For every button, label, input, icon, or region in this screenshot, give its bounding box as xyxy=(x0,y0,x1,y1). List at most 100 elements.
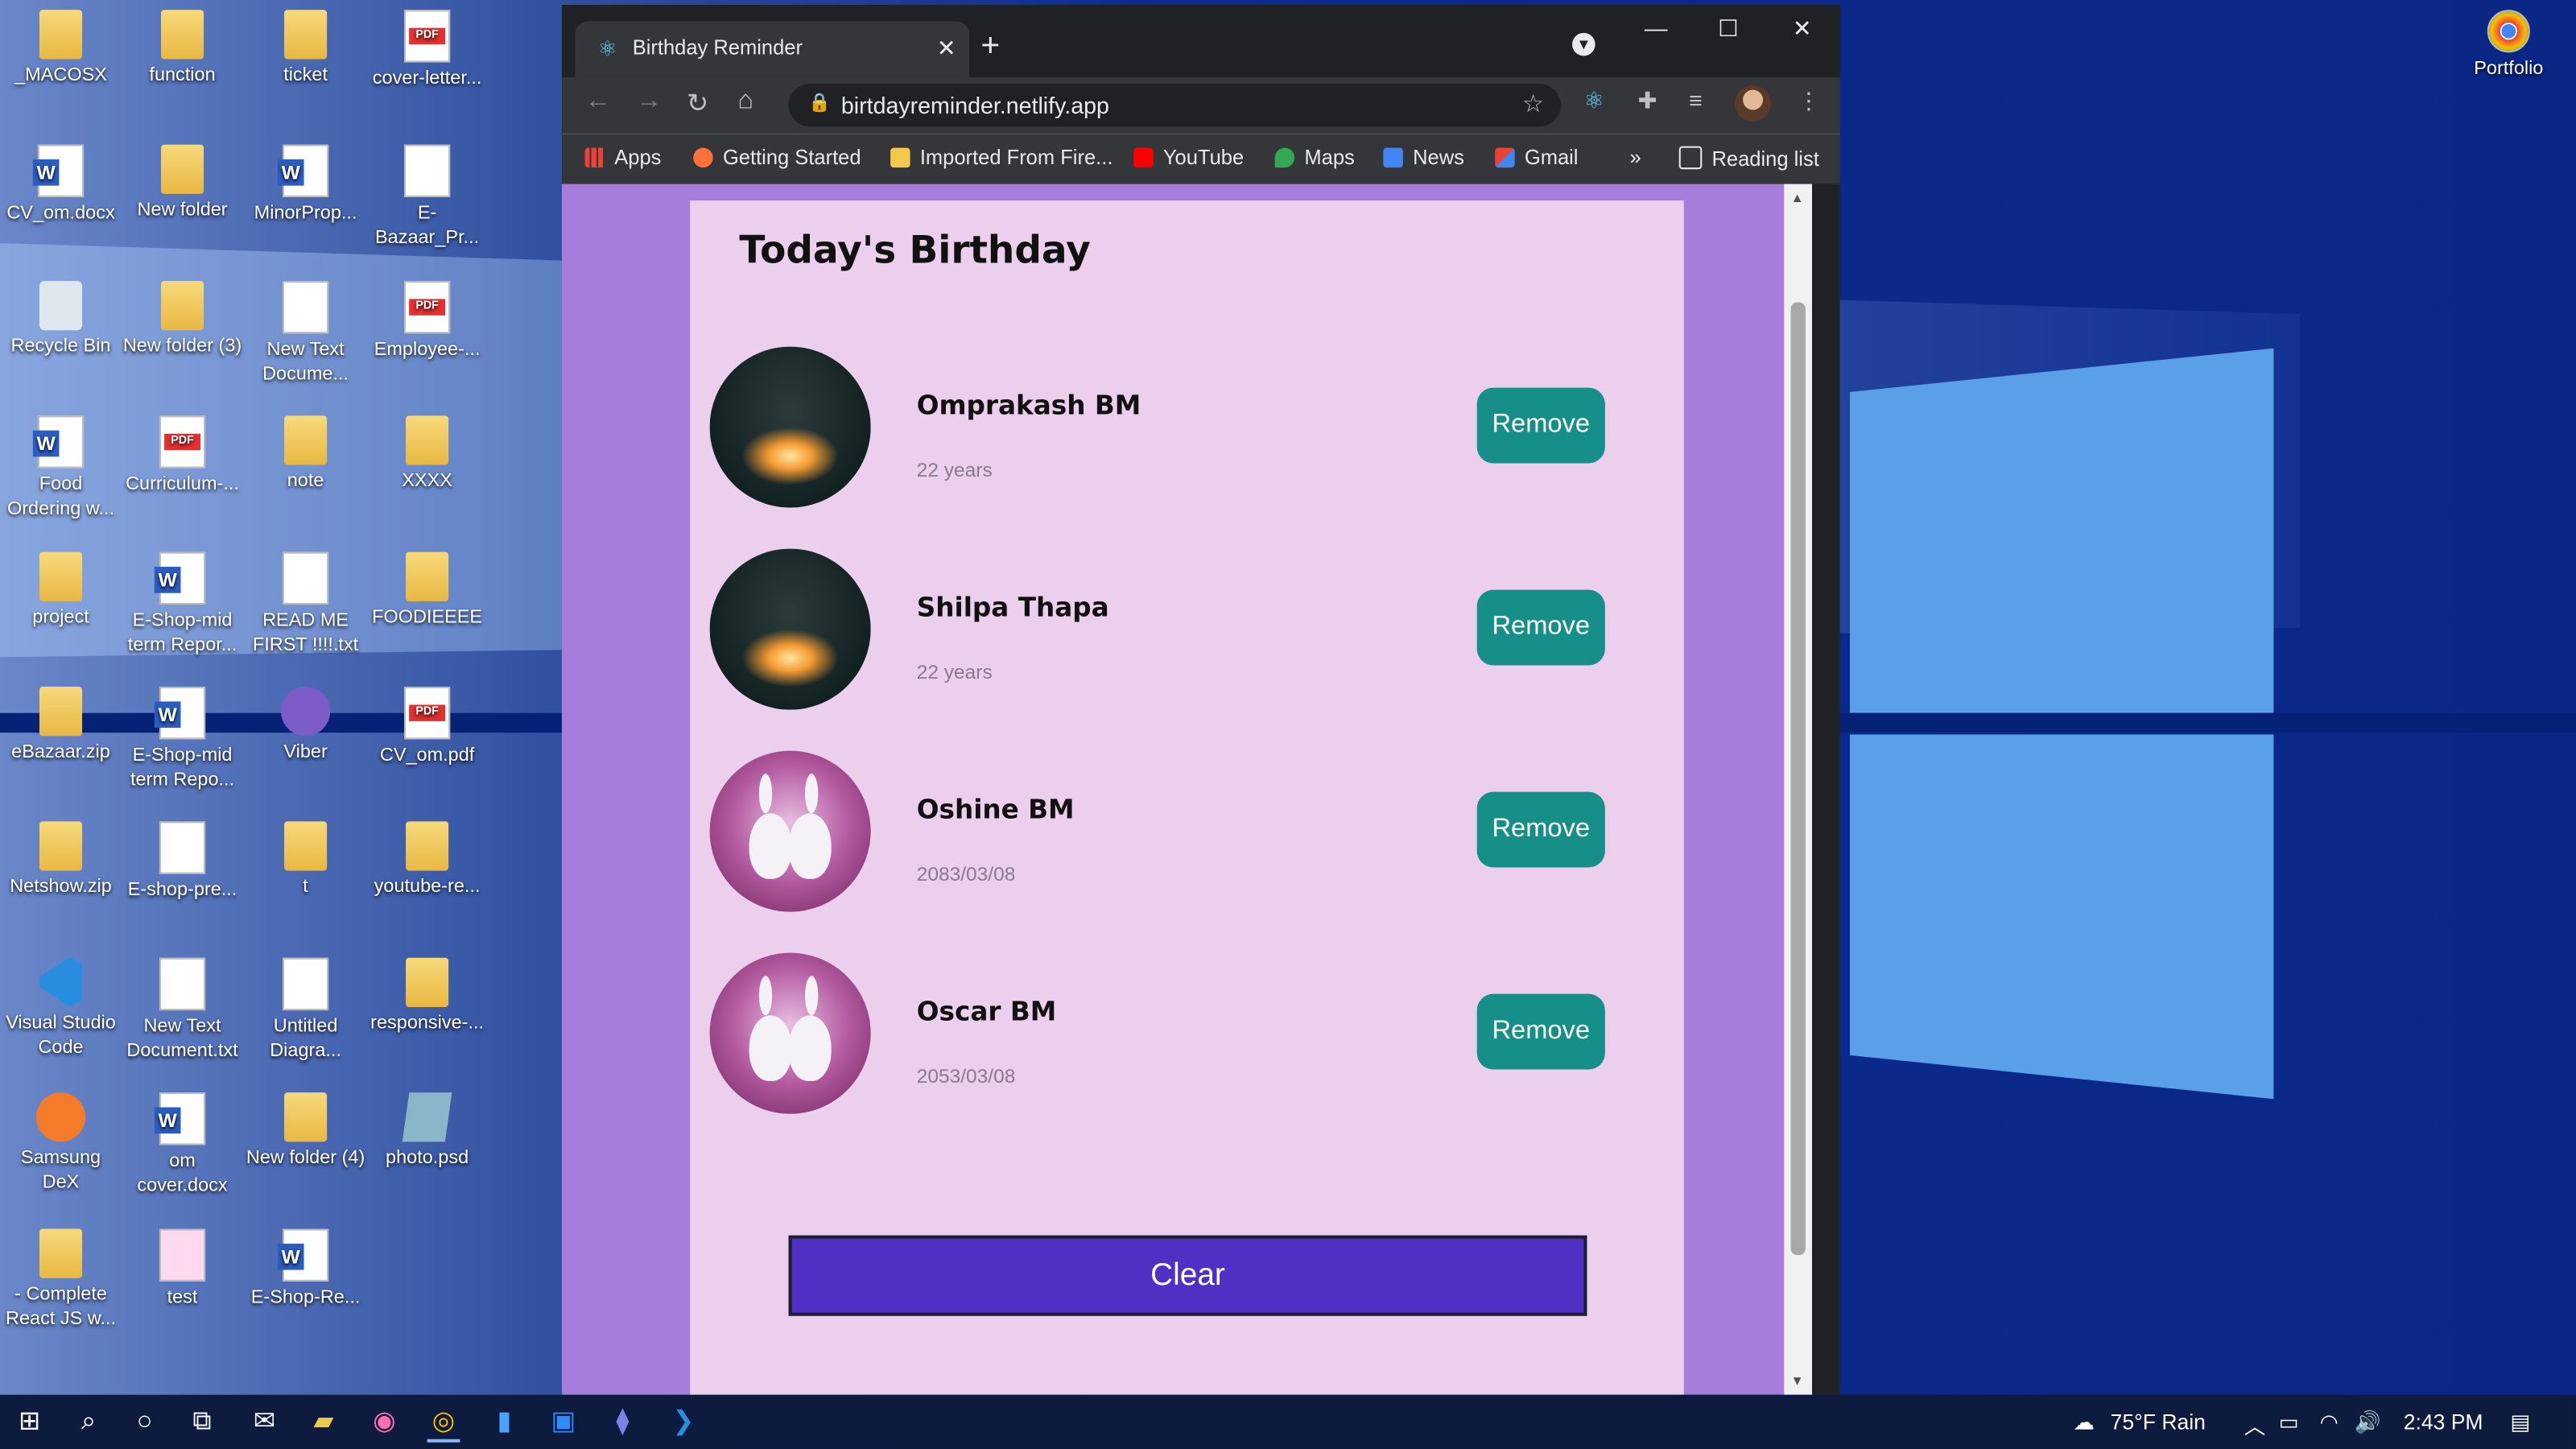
wifi-icon[interactable]: ◠ xyxy=(2320,1410,2339,1436)
teams-icon[interactable]: ⧫ xyxy=(606,1406,639,1439)
desktop-icon[interactable]: E-Shop-mid term Repor... xyxy=(122,551,243,658)
file-explorer-icon[interactable]: ▰ xyxy=(308,1406,341,1439)
menu-kebab-icon[interactable]: ⋮ xyxy=(1798,87,1821,115)
desktop-icon[interactable]: Untitled Diagra... xyxy=(245,957,366,1064)
desktop-icon[interactable]: _MACOSX xyxy=(0,10,122,89)
desktop-icon[interactable]: Samsung DeX xyxy=(0,1092,122,1197)
desktop-icon[interactable]: Food Ordering w... xyxy=(0,415,122,523)
desktop-icon[interactable]: New folder (3) xyxy=(122,280,243,360)
start-windows-icon[interactable]: ⊞ xyxy=(13,1406,46,1439)
search-icon[interactable]: ⌕ xyxy=(72,1406,105,1439)
desktop-icon[interactable]: eBazaar.zip xyxy=(0,687,122,766)
bookmarks-overflow-chevron-icon[interactable]: » xyxy=(1629,147,1641,170)
desktop-icon[interactable]: t xyxy=(245,822,366,901)
show-hidden-icons-chevron-icon[interactable]: ︿ xyxy=(2244,1410,2266,1441)
desktop-icon[interactable]: om cover.docx xyxy=(122,1092,243,1200)
browser-tab[interactable]: ⚛ Birthday Reminder ✕ xyxy=(575,21,970,77)
extensions-puzzle-icon[interactable]: ✚ xyxy=(1638,87,1657,115)
scroll-up-arrow-icon[interactable]: ▲ xyxy=(1790,191,1803,205)
remove-button[interactable]: Remove xyxy=(1476,387,1605,464)
tab-search-button[interactable]: ▼ xyxy=(1551,28,1617,56)
clear-button[interactable]: Clear xyxy=(788,1235,1587,1316)
scroll-down-arrow-icon[interactable]: ▼ xyxy=(1790,1373,1803,1388)
desktop-icon[interactable]: photo.psd xyxy=(366,1092,488,1172)
remove-button[interactable]: Remove xyxy=(1476,993,1605,1070)
desktop-icon[interactable]: READ ME FIRST !!!!.txt xyxy=(245,551,366,658)
cortana-circle-icon[interactable]: ○ xyxy=(128,1406,161,1439)
desktop-icon[interactable]: note xyxy=(245,415,366,495)
bookmark-apps[interactable]: Apps xyxy=(584,147,661,169)
desktop-icon[interactable]: Viber xyxy=(245,687,366,766)
react-devtools-extension-icon[interactable]: ⚛ xyxy=(1583,87,1604,115)
minimize-button[interactable]: — xyxy=(1623,14,1689,41)
vscode-taskbar-icon[interactable]: ❯ xyxy=(667,1406,700,1439)
desktop-icon[interactable]: CV_om.docx xyxy=(0,145,122,227)
bookmark-gmail[interactable]: Gmail xyxy=(1495,147,1579,169)
desktop-icon[interactable]: responsive-... xyxy=(366,957,488,1036)
desktop-icon[interactable]: New Text Document.txt xyxy=(122,957,243,1064)
desktop-icon[interactable]: E-Shop-mid term Repo... xyxy=(122,687,243,794)
desktop-icon[interactable]: test xyxy=(122,1228,243,1311)
clock[interactable]: 2:43 PM xyxy=(2404,1410,2483,1435)
desktop-icon[interactable]: E-shop-pre... xyxy=(122,822,243,904)
desktop-icon[interactable]: XXXX xyxy=(366,415,488,495)
desktop-icon[interactable]: youtube-re... xyxy=(366,822,488,901)
home-icon[interactable]: ⌂ xyxy=(737,87,753,117)
desktop-icon[interactable]: Visual Studio Code xyxy=(0,957,122,1061)
screen: _MACOSX function ticket cover-letter... CV_o… xyxy=(0,0,2576,1449)
desktop-icon[interactable]: cover-letter... xyxy=(366,10,488,92)
desktop-icon[interactable]: Recycle Bin xyxy=(0,280,122,360)
volume-icon[interactable]: 🔊 xyxy=(2354,1410,2380,1436)
desktop-icon[interactable]: E-Bazaar_Pr... xyxy=(366,145,488,252)
photos-app-icon[interactable]: ◉ xyxy=(368,1406,401,1439)
chrome-taskbar-icon[interactable]: ◎ xyxy=(427,1406,460,1443)
address-bar[interactable]: 🔒 birtdayreminder.netlify.app ☆ xyxy=(788,84,1561,127)
scrollbar-thumb[interactable] xyxy=(1790,302,1806,1256)
desktop-icon[interactable]: Curriculum-... xyxy=(122,415,243,498)
desktop-icon[interactable]: FOODIEEEE xyxy=(366,551,488,630)
bookmark-maps[interactable]: Maps xyxy=(1274,147,1355,169)
desktop-icon[interactable]: CV_om.pdf xyxy=(366,687,488,769)
remove-button[interactable]: Remove xyxy=(1476,791,1605,868)
desktop-icon[interactable]: Netshow.zip xyxy=(0,822,122,901)
notepad-icon[interactable]: ▮ xyxy=(488,1406,521,1439)
desktop-icon[interactable]: - Complete React JS w... xyxy=(0,1228,122,1332)
maximize-button[interactable]: ☐ xyxy=(1695,14,1761,43)
reload-icon[interactable]: ↻ xyxy=(687,87,708,120)
desktop-icon[interactable]: E-Shop-Re... xyxy=(245,1228,366,1311)
bookmark-news[interactable]: News xyxy=(1383,147,1464,169)
desktop-icon-label: project xyxy=(32,607,89,627)
notification-center-icon[interactable]: ▤ xyxy=(2510,1410,2530,1436)
mail-icon[interactable]: ✉ xyxy=(248,1406,281,1439)
desktop-icon[interactable]: MinorProp... xyxy=(245,145,366,227)
bookmark-star-icon[interactable]: ☆ xyxy=(1522,89,1544,118)
desktop-icon[interactable]: function xyxy=(122,10,243,89)
vertical-scrollbar[interactable]: ▲ ▼ xyxy=(1784,184,1813,1395)
new-tab-button[interactable]: + xyxy=(980,28,1000,66)
zoom-icon[interactable]: ▣ xyxy=(547,1406,580,1439)
back-arrow-icon[interactable]: ← xyxy=(585,87,612,117)
desktop-icon[interactable]: Employee-... xyxy=(366,280,488,363)
media-controls-icon[interactable]: ≡ xyxy=(1689,87,1703,114)
weather-widget[interactable]: ☁ 75°F Rain xyxy=(2073,1410,2205,1436)
close-tab-icon[interactable]: ✕ xyxy=(937,35,956,63)
folder-icon xyxy=(284,1092,328,1142)
desktop-icon[interactable]: New Text Docume... xyxy=(245,280,366,388)
forward-arrow-icon[interactable]: → xyxy=(636,87,663,117)
desktop-icon[interactable]: project xyxy=(0,551,122,630)
reading-list-button[interactable]: Reading list xyxy=(1678,146,1819,171)
desktop-icon-portfolio[interactable]: Portfolio xyxy=(2448,10,2570,82)
bookmark-youtube[interactable]: YouTube xyxy=(1133,147,1244,169)
remove-button[interactable]: Remove xyxy=(1476,589,1605,666)
desktop-icon[interactable]: ticket xyxy=(245,10,366,89)
bookmark-getting-started[interactable]: Getting Started xyxy=(693,147,861,169)
desktop-icon[interactable]: New folder (4) xyxy=(245,1092,366,1172)
battery-icon[interactable]: ▭ xyxy=(2279,1410,2299,1436)
psd-icon xyxy=(402,1092,452,1142)
desktop-icon[interactable]: New folder xyxy=(122,145,243,224)
task-view-icon[interactable]: ⧉ xyxy=(186,1406,219,1439)
word-icon xyxy=(32,415,85,469)
bookmark-imported[interactable]: Imported From Fire... xyxy=(890,147,1113,169)
profile-avatar[interactable] xyxy=(1735,85,1771,122)
close-window-button[interactable]: ✕ xyxy=(1769,14,1835,43)
